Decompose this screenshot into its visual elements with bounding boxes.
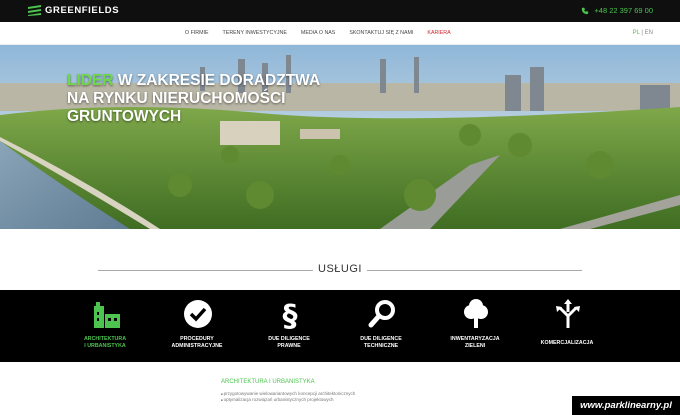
service-label: DUE DILIGENCE PRAWNE	[268, 336, 310, 349]
main-navigation: O FIRMIE TERENY INWESTYCYJNE MEDIA O NAS…	[0, 22, 680, 45]
list-item: optymalizacja rozwiązań urbanistycznych …	[221, 397, 355, 403]
service-label: INWENTARYZACJA ZIELENI	[450, 336, 500, 349]
hero-banner: LIDER W ZAKRESIE DORADZTWA NA RYNKU NIER…	[0, 45, 680, 229]
checkmark-icon	[184, 300, 212, 328]
services-bar: ARCHITEKTURA I URBANISTYKA PROCEDURY ADMIN…	[0, 290, 680, 362]
lang-en[interactable]: EN	[645, 30, 653, 36]
hero-title-highlight: LIDER	[67, 72, 114, 89]
lang-separator: |	[641, 30, 643, 36]
magnifier-icon	[368, 300, 395, 328]
phone-link[interactable]: +48 22 397 69 00	[581, 6, 653, 15]
logo[interactable]: GREENFIELDS	[28, 5, 119, 16]
service-detail-title: ARCHITEKTURA I URBANISTYKA	[221, 379, 315, 385]
service-dd-techniczne[interactable]: DUE DILIGENCE TECHNICZNE	[336, 290, 426, 362]
service-label: DUE DILIGENCE TECHNICZNE	[360, 336, 402, 349]
phone-number: +48 22 397 69 00	[594, 6, 653, 15]
service-label: KOMERCJALIZACJA	[540, 340, 594, 346]
logo-text: GREENFIELDS	[45, 5, 120, 16]
lang-pl[interactable]: PL	[633, 30, 640, 36]
service-label: PROCEDURY ADMINISTRACYJNE	[171, 336, 223, 349]
logo-mark-icon	[28, 5, 41, 16]
service-procedury[interactable]: PROCEDURY ADMINISTRACYJNE	[152, 290, 242, 362]
service-architektura[interactable]: ARCHITEKTURA I URBANISTYKA	[60, 290, 150, 362]
split-arrows-icon	[556, 299, 580, 328]
hero-title: LIDER W ZAKRESIE DORADZTWA NA RYNKU NIER…	[67, 72, 327, 126]
services-heading: USŁUGI	[98, 262, 582, 278]
language-switcher: PL | EN	[633, 30, 653, 36]
service-detail-list: przygotowywanie wielowariantowych koncep…	[221, 391, 356, 403]
service-inwentaryzacja[interactable]: INWENTARYZACJA ZIELENI	[430, 290, 520, 362]
divider-right	[367, 270, 582, 271]
phone-icon	[582, 7, 589, 14]
nav-item-media-o-nas[interactable]: MEDIA O NAS	[301, 30, 335, 36]
service-label: ARCHITEKTURA I URBANISTYKA	[83, 336, 127, 349]
service-dd-prawne[interactable]: § DUE DILIGENCE PRAWNE	[244, 290, 334, 362]
nav-item-kontakt[interactable]: SKONTAKTUJ SIĘ Z NAMI	[349, 30, 413, 36]
nav-item-o-firmie[interactable]: O FIRMIE	[185, 30, 209, 36]
watermark: www.parklinearny.pl	[572, 396, 680, 415]
service-detail: ARCHITEKTURA I URBANISTYKA przygotowywan…	[221, 379, 355, 403]
nav-item-tereny-inwestycyjne[interactable]: TERENY INWESTYCYJNE	[223, 30, 287, 36]
tree-icon	[464, 299, 488, 328]
services-title: USŁUGI	[318, 263, 362, 275]
svg-text:§: §	[283, 299, 298, 330]
nav-item-kariera[interactable]: KARIERA	[427, 30, 450, 36]
service-komercjalizacja[interactable]: KOMERCJALIZACJA	[522, 290, 612, 362]
section-icon: §	[283, 299, 298, 330]
building-icon	[94, 302, 120, 328]
top-bar: GREENFIELDS +48 22 397 69 00	[0, 0, 680, 22]
